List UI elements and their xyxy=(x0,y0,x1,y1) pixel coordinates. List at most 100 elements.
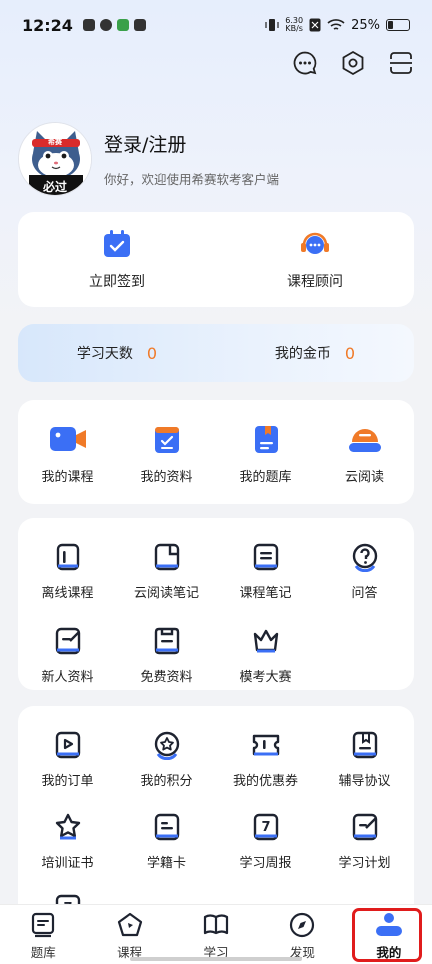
nfc-icon xyxy=(309,18,321,32)
agreement-label: 辅导协议 xyxy=(338,774,391,789)
qa-label: 问答 xyxy=(351,586,378,601)
video-camera-icon xyxy=(49,427,86,451)
my-orders-label: 我的订单 xyxy=(41,774,94,789)
cloud-read-button[interactable]: 云阅读 xyxy=(315,424,414,504)
reading-note-label: 云阅读笔记 xyxy=(133,586,199,601)
study-nav-icon xyxy=(203,914,229,935)
avatar[interactable]: 希赛 必过 xyxy=(18,122,92,196)
course-note-button[interactable]: 课程笔记 xyxy=(216,542,315,606)
agreement-button[interactable]: 辅导协议 xyxy=(315,730,414,792)
qa-button[interactable]: 问答 xyxy=(315,542,414,606)
app-notification-icon xyxy=(82,19,95,31)
course-note-icon xyxy=(253,543,278,571)
course-nav-icon xyxy=(117,912,142,937)
study-plan-label: 学习计划 xyxy=(338,855,391,871)
my-coupons-label: 我的优惠券 xyxy=(232,774,298,789)
login-register-link[interactable]: 登录/注册 xyxy=(104,130,279,157)
mock-exam-label: 模考大赛 xyxy=(239,670,292,685)
weekly-report-icon: 7 xyxy=(253,813,278,840)
my-materials-label: 我的资料 xyxy=(140,470,193,485)
stats-card: 学习天数 0 我的金币 0 xyxy=(18,324,414,382)
study-days-label: 学习天数 xyxy=(76,346,133,362)
crown-icon xyxy=(253,629,278,653)
weekly-report-label: 学习周报 xyxy=(239,855,292,871)
order-icon xyxy=(55,731,80,759)
my-coupons-button[interactable]: 我的优惠券 xyxy=(216,730,315,792)
my-orders-button[interactable]: 我的订单 xyxy=(18,730,117,792)
nav-discover[interactable]: 发现 xyxy=(259,905,345,964)
my-courses-button[interactable]: 我的课程 xyxy=(18,424,117,504)
newbie-material-label: 新人资料 xyxy=(41,670,94,685)
reading-note-icon xyxy=(154,543,179,571)
scan-button[interactable] xyxy=(386,48,416,78)
course-advisor-button[interactable]: 课程顾问 xyxy=(216,212,414,307)
calendar-check-icon xyxy=(104,229,130,257)
avatar-badge-text: 必过 xyxy=(42,180,67,194)
newbie-material-button[interactable]: 新人资料 xyxy=(18,626,117,690)
free-material-label: 免费资料 xyxy=(140,670,193,685)
status-time: 12:24 xyxy=(22,15,73,35)
certificate-label: 培训证书 xyxy=(41,855,94,871)
compass-icon xyxy=(290,912,315,938)
mock-exam-button[interactable]: 模考大赛 xyxy=(216,626,315,690)
battery-percent: 25% xyxy=(351,17,380,33)
newbie-material-icon xyxy=(55,627,80,655)
home-indicator xyxy=(130,957,302,961)
free-material-icon xyxy=(154,627,179,655)
question-icon xyxy=(352,543,377,572)
chat-bubble-icon xyxy=(293,51,317,75)
study-plan-button[interactable]: 学习计划 xyxy=(315,812,414,874)
app-notification-icon xyxy=(133,19,146,31)
my-question-bank-button[interactable]: 我的题库 xyxy=(216,424,315,504)
highlight-annotation xyxy=(352,908,422,962)
cloud-read-icon xyxy=(348,429,381,452)
gold-coins-label: 我的金币 xyxy=(274,346,331,362)
nav-course[interactable]: 课程 xyxy=(86,905,172,964)
settings-button[interactable] xyxy=(338,48,368,78)
weekly-report-glyph: 7 xyxy=(261,820,270,835)
my-courses-label: 我的课程 xyxy=(41,470,94,485)
top-actions xyxy=(290,48,416,78)
check-in-button[interactable]: 立即签到 xyxy=(18,212,216,307)
gear-icon xyxy=(342,50,364,76)
nav-question-bank[interactable]: 题库 xyxy=(0,905,86,964)
document-check-icon xyxy=(154,427,179,453)
cloud-read-label: 云阅读 xyxy=(344,470,384,485)
main-features-card: 我的课程 我的资料 我的题库 云阅读 xyxy=(18,400,414,504)
offline-course-button[interactable]: 离线课程 xyxy=(18,542,117,606)
my-points-button[interactable]: 我的积分 xyxy=(117,730,216,792)
vibrate-icon xyxy=(265,19,279,31)
certificate-button[interactable]: 培训证书 xyxy=(18,812,117,874)
study-plan-icon xyxy=(352,813,377,840)
profile-header[interactable]: 希赛 必过 登录/注册 你好，欢迎使用希赛软考客户端 xyxy=(18,122,279,196)
student-card-button[interactable]: 学籍卡 xyxy=(117,812,216,874)
free-material-button[interactable]: 免费资料 xyxy=(117,626,216,690)
gold-coins-value: 0 xyxy=(344,343,356,363)
coupon-icon xyxy=(252,734,279,756)
gold-coins-stat[interactable]: 我的金币 0 xyxy=(216,343,414,363)
status-bar: 12:24 6.30 KB/s 25% xyxy=(0,0,432,50)
app-notification-icon xyxy=(116,19,129,31)
question-bank-nav-icon xyxy=(32,912,55,938)
check-in-label: 立即签到 xyxy=(89,273,145,290)
headset-chat-icon xyxy=(301,232,329,254)
reading-note-button[interactable]: 云阅读笔记 xyxy=(117,542,216,606)
scan-icon xyxy=(390,52,412,74)
avatar-band-text: 希赛 xyxy=(48,138,62,146)
my-question-bank-label: 我的题库 xyxy=(239,470,292,485)
nav-study[interactable]: 学习 xyxy=(173,905,259,964)
quick-actions-card: 立即签到 课程顾问 xyxy=(18,212,414,307)
weekly-report-button[interactable]: 7 学习周报 xyxy=(216,812,315,874)
orders-card: 我的订单 我的积分 我的优惠券 辅导协议 培训证书 学籍卡 7 学习周报 学习计… xyxy=(18,706,414,936)
agreement-icon xyxy=(352,731,377,759)
nav-question-bank-label: 题库 xyxy=(30,945,56,960)
battery-icon xyxy=(386,19,410,31)
my-materials-button[interactable]: 我的资料 xyxy=(117,424,216,504)
app-notification-icon xyxy=(99,19,112,31)
net-speed: 6.30 KB/s xyxy=(285,16,304,33)
points-icon xyxy=(154,731,179,760)
study-days-stat[interactable]: 学习天数 0 xyxy=(18,343,216,363)
welcome-subtitle: 你好，欢迎使用希赛软考客户端 xyxy=(104,172,280,187)
system-indicators: 6.30 KB/s 25% xyxy=(265,17,410,33)
message-button[interactable] xyxy=(290,48,320,78)
